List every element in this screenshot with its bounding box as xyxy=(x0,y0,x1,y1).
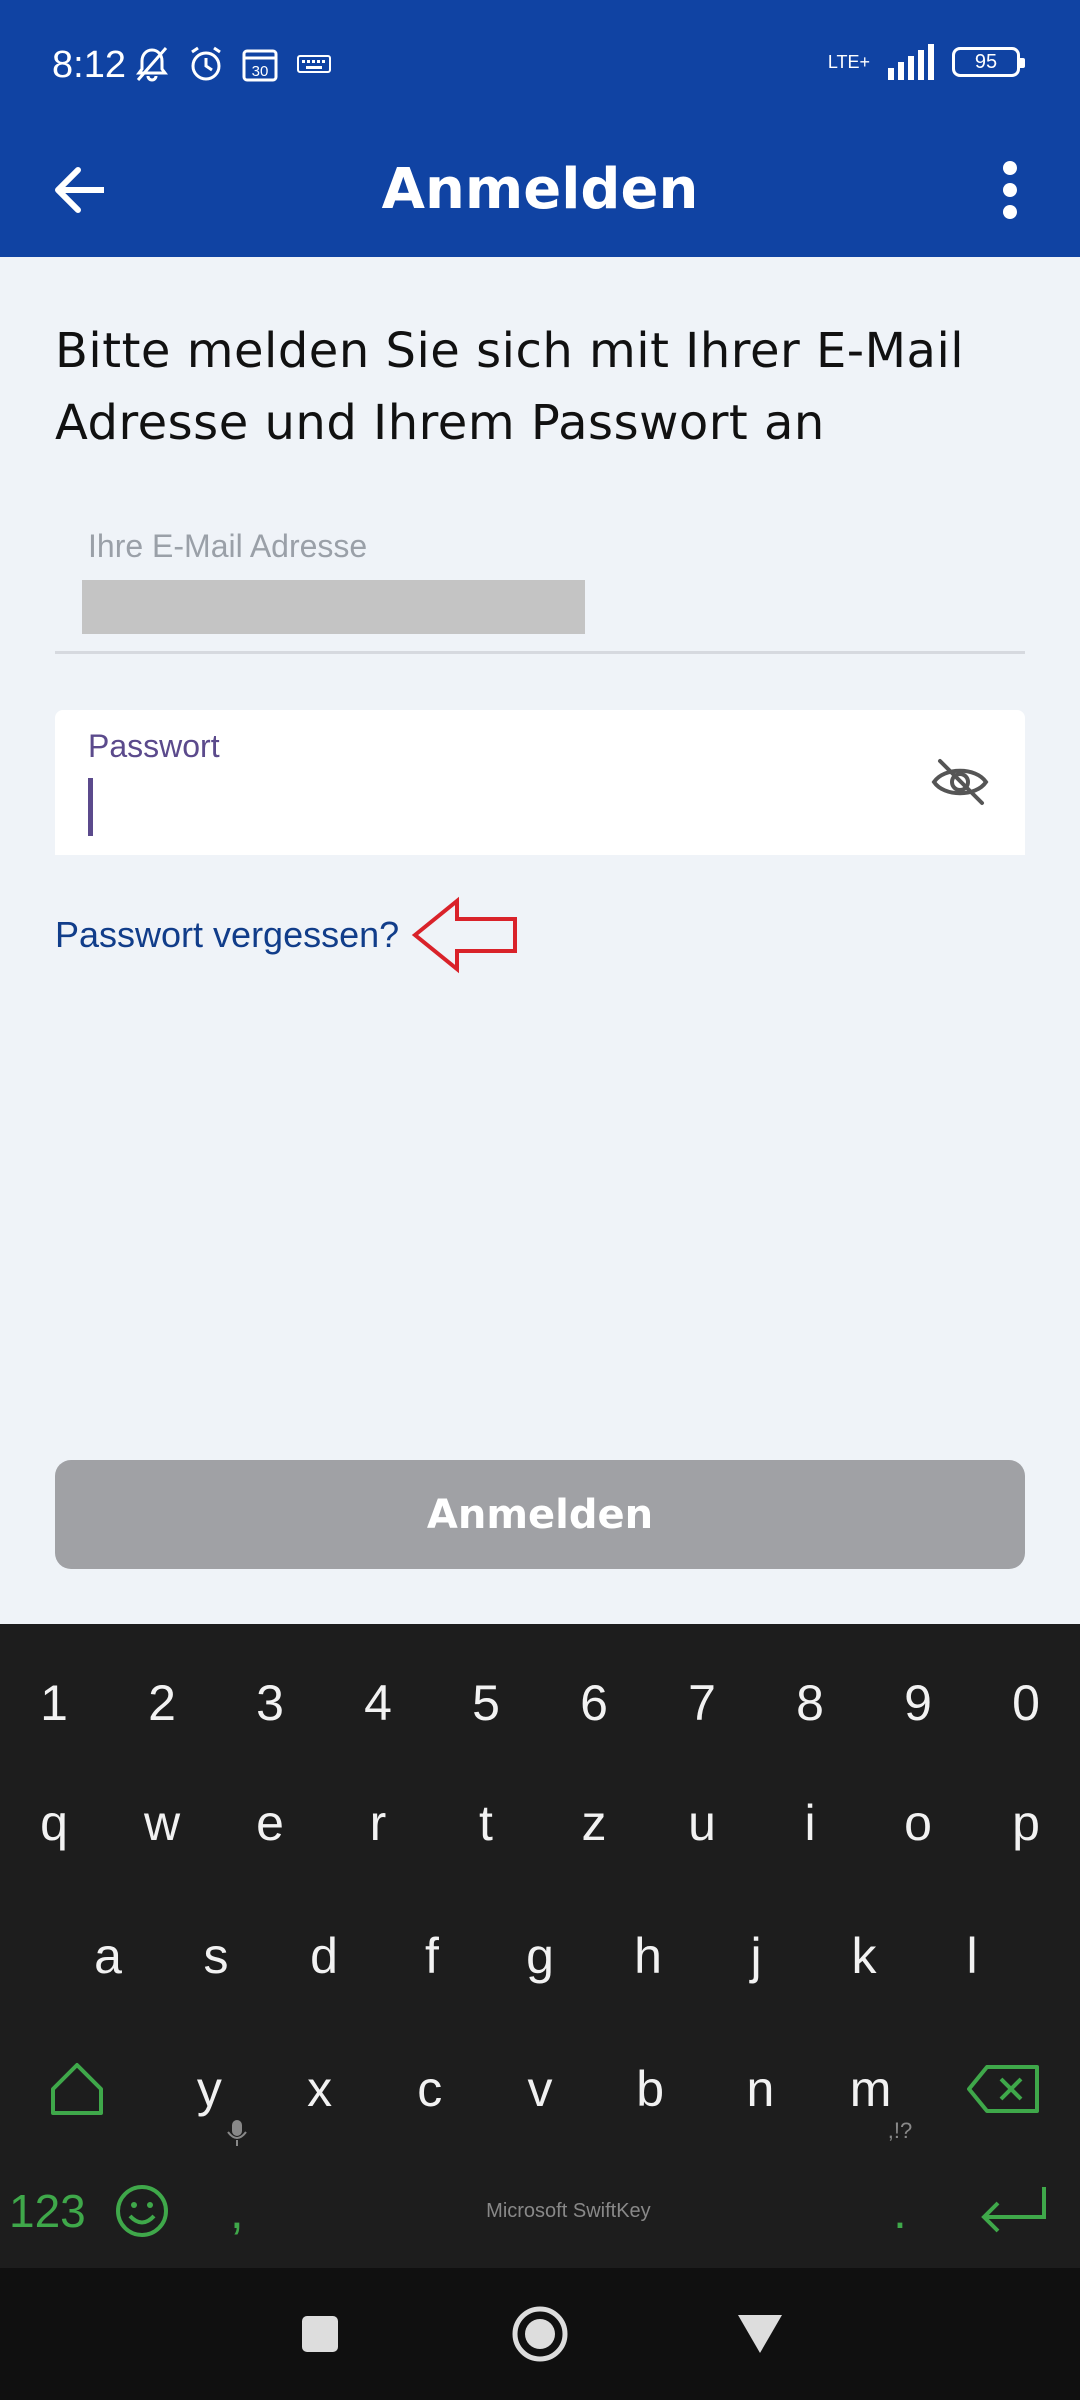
shift-key[interactable] xyxy=(0,2034,154,2144)
enter-icon xyxy=(980,2187,1046,2233)
battery-icon: 95 xyxy=(952,47,1025,77)
recents-button[interactable] xyxy=(285,2299,355,2369)
more-vertical-icon xyxy=(1003,161,1017,219)
key-j[interactable]: j xyxy=(702,1901,810,2011)
keyboard: 1 2 3 4 5 6 7 8 9 0 q w e r t z u i o p … xyxy=(0,1624,1080,2268)
top-bar: 8:12 30 LTE+ 95 Anmelden xyxy=(0,0,1080,257)
key-p[interactable]: p xyxy=(972,1768,1080,1878)
backspace-icon xyxy=(966,2065,1039,2113)
app-bar: Anmelden xyxy=(0,130,1080,257)
forgot-password-row: Passwort vergessen? xyxy=(55,895,521,975)
key-y[interactable]: y xyxy=(154,2034,264,2144)
key-0[interactable]: 0 xyxy=(972,1648,1080,1758)
status-time: 8:12 xyxy=(52,44,126,86)
password-field[interactable]: Passwort xyxy=(55,710,1025,855)
login-instructions: Bitte melden Sie sich mit Ihrer E-Mail A… xyxy=(55,323,965,451)
key-2[interactable]: 2 xyxy=(108,1648,216,1758)
square-icon xyxy=(302,2316,338,2352)
circle-icon xyxy=(512,2306,568,2362)
battery-level: 95 xyxy=(974,50,998,73)
key-g[interactable]: g xyxy=(486,1901,594,2011)
keyboard-row-z: y x c v b n m xyxy=(0,2034,1080,2144)
key-w[interactable]: w xyxy=(108,1768,216,1878)
network-type: LTE+ xyxy=(827,52,870,72)
back-nav-button[interactable] xyxy=(725,2299,795,2369)
key-z[interactable]: z xyxy=(540,1768,648,1878)
keyboard-row-a: a s d f g h j k l xyxy=(0,1901,1080,2011)
period-sub-label: ,!? xyxy=(887,2118,913,2143)
shift-icon xyxy=(51,2063,104,2115)
key-a[interactable]: a xyxy=(54,1901,162,2011)
key-4[interactable]: 4 xyxy=(324,1648,432,1758)
key-t[interactable]: t xyxy=(432,1768,540,1878)
svg-text:30: 30 xyxy=(252,63,269,80)
keyboard-icon xyxy=(294,44,334,84)
period-key[interactable]: ,!? . xyxy=(853,2118,948,2268)
emoji-icon xyxy=(116,2185,169,2237)
key-7[interactable]: 7 xyxy=(648,1648,756,1758)
key-l[interactable]: l xyxy=(918,1901,1026,2011)
key-3[interactable]: 3 xyxy=(216,1648,324,1758)
signal-icon xyxy=(888,44,934,80)
alarm-icon xyxy=(186,44,226,84)
password-label: Passwort xyxy=(88,728,220,764)
period-label: . xyxy=(893,2183,907,2239)
key-s[interactable]: s xyxy=(162,1901,270,2011)
key-5[interactable]: 5 xyxy=(432,1648,540,1758)
comma-label: , xyxy=(229,2183,244,2239)
more-options-button[interactable] xyxy=(970,150,1050,230)
keyboard-brand: Microsoft SwiftKey xyxy=(486,2199,651,2222)
numbers-key[interactable]: 123 xyxy=(0,2154,95,2268)
home-button[interactable] xyxy=(505,2299,575,2369)
triangle-down-icon xyxy=(738,2315,782,2353)
forgot-password-link[interactable]: Passwort vergessen? xyxy=(55,914,399,956)
space-key[interactable]: Microsoft SwiftKey xyxy=(284,2154,852,2268)
key-i[interactable]: i xyxy=(756,1768,864,1878)
key-x[interactable]: x xyxy=(264,2034,374,2144)
keyboard-bottom-row: 123 , Microsoft SwiftKey ,!? . xyxy=(0,2118,1080,2268)
key-r[interactable]: r xyxy=(324,1768,432,1878)
key-9[interactable]: 9 xyxy=(864,1648,972,1758)
key-v[interactable]: v xyxy=(485,2034,595,2144)
key-b[interactable]: b xyxy=(595,2034,705,2144)
email-field[interactable]: Ihre E-Mail Adresse xyxy=(55,510,1025,654)
backspace-key[interactable] xyxy=(926,2034,1080,2144)
eye-off-icon xyxy=(931,759,989,805)
email-label: Ihre E-Mail Adresse xyxy=(88,528,368,564)
status-icons: 30 xyxy=(132,44,334,84)
enter-key[interactable] xyxy=(947,2154,1080,2268)
key-6[interactable]: 6 xyxy=(540,1648,648,1758)
key-d[interactable]: d xyxy=(270,1901,378,2011)
comma-key[interactable]: , xyxy=(189,2120,284,2268)
bell-off-icon xyxy=(132,44,172,84)
keyboard-row-q: q w e r t z u i o p xyxy=(0,1768,1080,1878)
key-k[interactable]: k xyxy=(810,1901,918,2011)
key-1[interactable]: 1 xyxy=(0,1648,108,1758)
status-bar: 8:12 30 LTE+ 95 xyxy=(0,0,1080,130)
calendar-icon: 30 xyxy=(240,44,280,84)
key-n[interactable]: n xyxy=(705,2034,815,2144)
status-right: LTE+ 95 xyxy=(827,44,1025,80)
email-value-redacted xyxy=(82,580,585,634)
key-e[interactable]: e xyxy=(216,1768,324,1878)
key-f[interactable]: f xyxy=(378,1901,486,2011)
key-h[interactable]: h xyxy=(594,1901,702,2011)
microphone-icon xyxy=(226,2118,248,2154)
toggle-password-visibility-button[interactable] xyxy=(925,752,995,812)
page-title: Anmelden xyxy=(381,157,699,222)
text-caret xyxy=(88,778,93,836)
emoji-key[interactable] xyxy=(95,2154,190,2268)
key-c[interactable]: c xyxy=(375,2034,485,2144)
keyboard-number-row: 1 2 3 4 5 6 7 8 9 0 xyxy=(0,1648,1080,1758)
system-navigation-bar xyxy=(0,2268,1080,2400)
key-q[interactable]: q xyxy=(0,1768,108,1878)
login-button[interactable]: Anmelden xyxy=(55,1460,1025,1569)
key-o[interactable]: o xyxy=(864,1768,972,1878)
key-u[interactable]: u xyxy=(648,1768,756,1878)
annotation-arrow-icon xyxy=(411,896,518,974)
key-8[interactable]: 8 xyxy=(756,1648,864,1758)
